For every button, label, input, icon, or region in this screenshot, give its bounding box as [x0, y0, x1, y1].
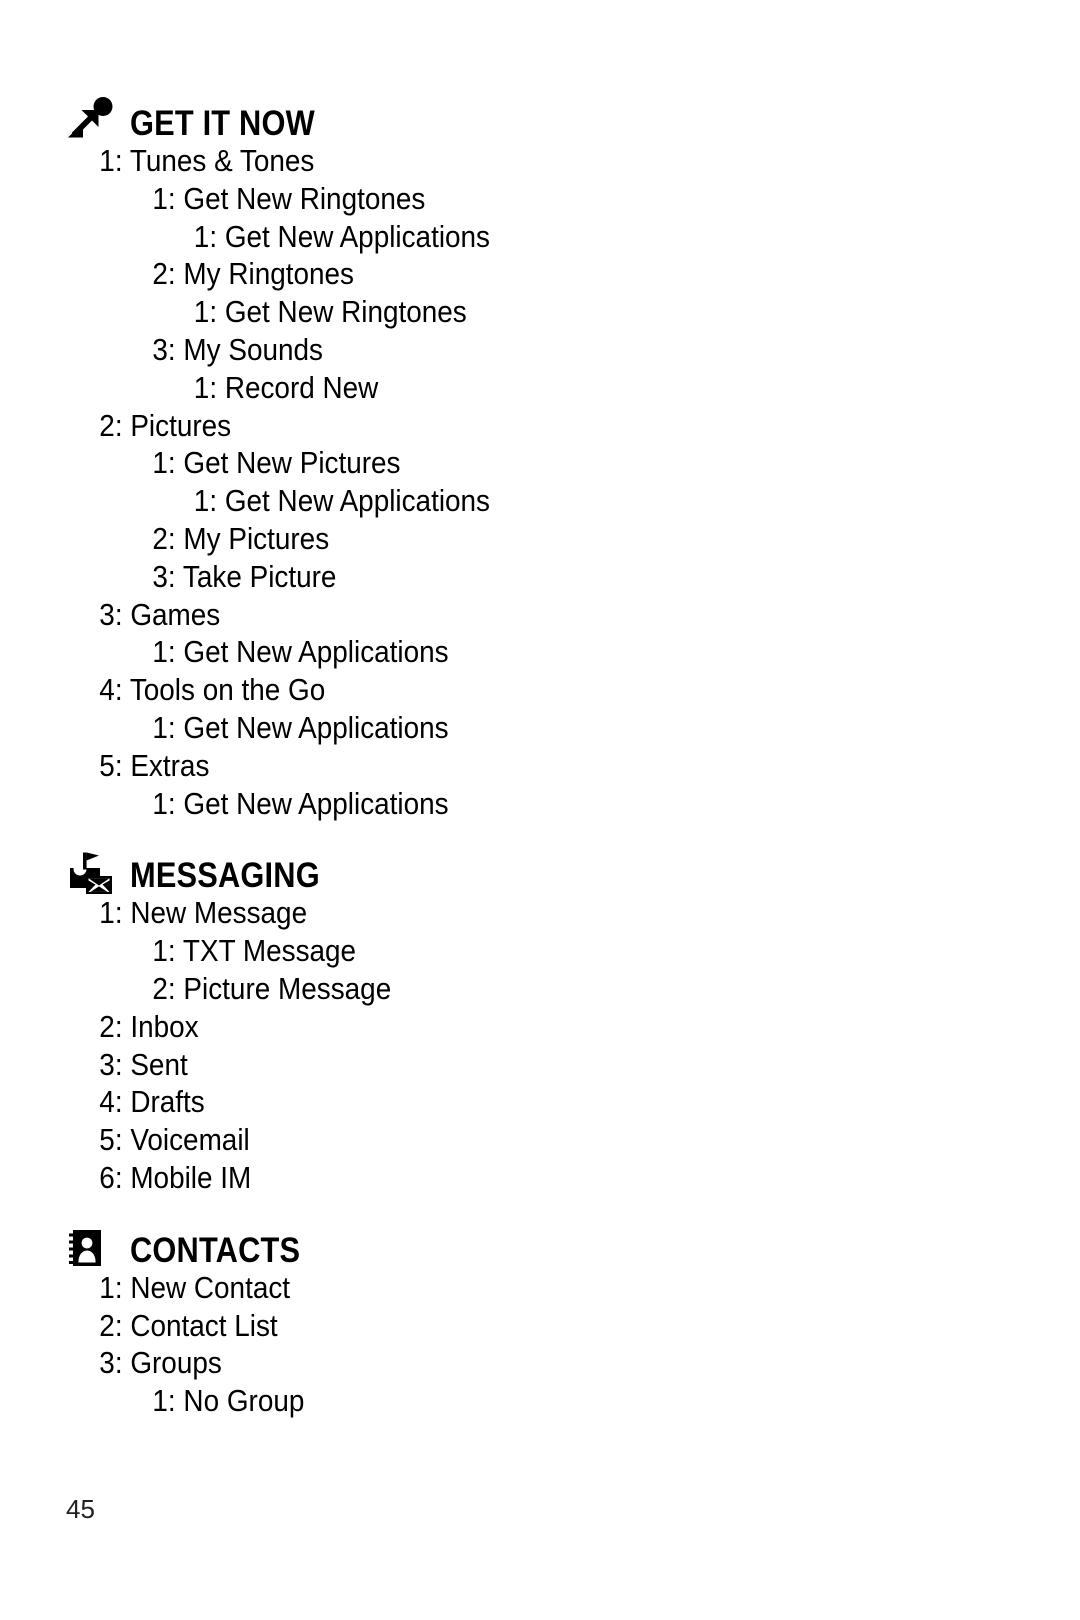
menu-item[interactable]: 1: New Message	[66, 894, 916, 932]
menu-item[interactable]: 2: My Pictures	[66, 520, 916, 558]
menu-item[interactable]: 1: Get New Applications	[66, 482, 916, 520]
section-heading-messaging: MESSAGING	[66, 848, 1010, 896]
menu-item[interactable]: 2: My Ringtones	[66, 255, 916, 293]
section-title-text: GET IT NOW	[130, 104, 315, 143]
menu-item[interactable]: 5: Extras	[66, 747, 916, 785]
mailbox-envelope-icon	[66, 848, 116, 895]
section-heading-contacts: CONTACTS	[66, 1223, 1010, 1269]
menu-item[interactable]: 1: Tunes & Tones	[66, 142, 916, 180]
menu-item[interactable]: 2: Pictures	[66, 407, 916, 445]
menu-item[interactable]: 1: Record New	[66, 369, 916, 407]
menu-item[interactable]: 6: Mobile IM	[66, 1159, 916, 1197]
menu-list-messaging: 1: New Message 1: TXT Message 2: Picture…	[66, 894, 1010, 1196]
menu-item[interactable]: 4: Tools on the Go	[66, 671, 916, 709]
menu-item[interactable]: 3: Take Picture	[66, 558, 916, 596]
menu-item[interactable]: 1: Get New Pictures	[66, 444, 916, 482]
section-contacts: CONTACTS 1: New Contact 2: Contact List …	[66, 1223, 1010, 1420]
menu-item[interactable]: 1: Get New Applications	[66, 785, 916, 823]
menu-item[interactable]: 1: Get New Applications	[66, 709, 916, 747]
menu-item[interactable]: 2: Inbox	[66, 1008, 916, 1046]
menu-list-contacts: 1: New Contact 2: Contact List 3: Groups…	[66, 1269, 1010, 1420]
menu-item[interactable]: 3: Games	[66, 596, 916, 634]
section-title-text: MESSAGING	[130, 856, 320, 896]
menu-item[interactable]: 1: No Group	[66, 1382, 916, 1420]
menu-item[interactable]: 3: My Sounds	[66, 331, 916, 369]
section-get-it-now: GET IT NOW 1: Tunes & Tones 1: Get New R…	[66, 96, 1010, 822]
section-title-text: CONTACTS	[130, 1230, 301, 1270]
section-messaging: MESSAGING 1: New Message 1: TXT Message …	[66, 848, 1010, 1196]
menu-item[interactable]: 1: Get New Ringtones	[66, 293, 916, 331]
menu-item[interactable]: 1: TXT Message	[66, 932, 916, 970]
menu-item[interactable]: 1: New Contact	[66, 1269, 916, 1307]
menu-item[interactable]: 5: Voicemail	[66, 1121, 916, 1159]
menu-item[interactable]: 1: Get New Applications	[66, 218, 916, 256]
menu-item[interactable]: 4: Drafts	[66, 1083, 916, 1121]
menu-item[interactable]: 2: Picture Message	[66, 970, 916, 1008]
menu-item[interactable]: 3: Groups	[66, 1344, 916, 1382]
menu-item[interactable]: 3: Sent	[66, 1046, 916, 1084]
address-book-person-icon	[66, 1223, 116, 1269]
page-number: 45	[66, 1494, 95, 1524]
menu-item[interactable]: 2: Contact List	[66, 1307, 916, 1345]
arrow-ball-icon	[66, 96, 116, 142]
menu-item[interactable]: 1: Get New Applications	[66, 633, 916, 671]
manual-page: GET IT NOW 1: Tunes & Tones 1: Get New R…	[0, 0, 1080, 1620]
menu-list-get-it-now: 1: Tunes & Tones 1: Get New Ringtones 1:…	[66, 142, 1010, 822]
section-heading-get-it-now: GET IT NOW	[66, 96, 1010, 142]
menu-item[interactable]: 1: Get New Ringtones	[66, 180, 916, 218]
